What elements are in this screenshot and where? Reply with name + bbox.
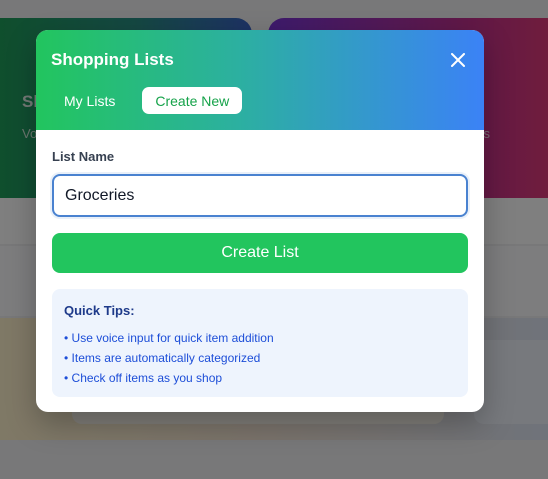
modal-body: List Name Create List Quick Tips: • Use … (36, 130, 484, 397)
modal-title: Shopping Lists (51, 50, 174, 69)
tab-my-lists[interactable]: My Lists (51, 87, 128, 114)
close-button[interactable] (448, 50, 468, 70)
close-icon (451, 53, 465, 67)
shopping-lists-modal: Shopping Lists My Lists Create New List … (36, 30, 484, 412)
tab-create-new[interactable]: Create New (142, 87, 243, 114)
quick-tips-title: Quick Tips: (64, 303, 135, 318)
list-name-label: List Name (52, 149, 115, 164)
tip-item: • Items are automatically categorized (64, 351, 261, 365)
modal-tabs: My Lists Create New (51, 87, 243, 114)
create-list-button[interactable]: Create List (52, 233, 468, 273)
list-name-input[interactable] (52, 174, 468, 217)
quick-tips-box: Quick Tips: • Use voice input for quick … (52, 289, 468, 397)
tip-item: • Use voice input for quick item additio… (64, 331, 274, 345)
modal-header: Shopping Lists My Lists Create New (36, 30, 484, 130)
tip-item: • Check off items as you shop (64, 371, 223, 385)
